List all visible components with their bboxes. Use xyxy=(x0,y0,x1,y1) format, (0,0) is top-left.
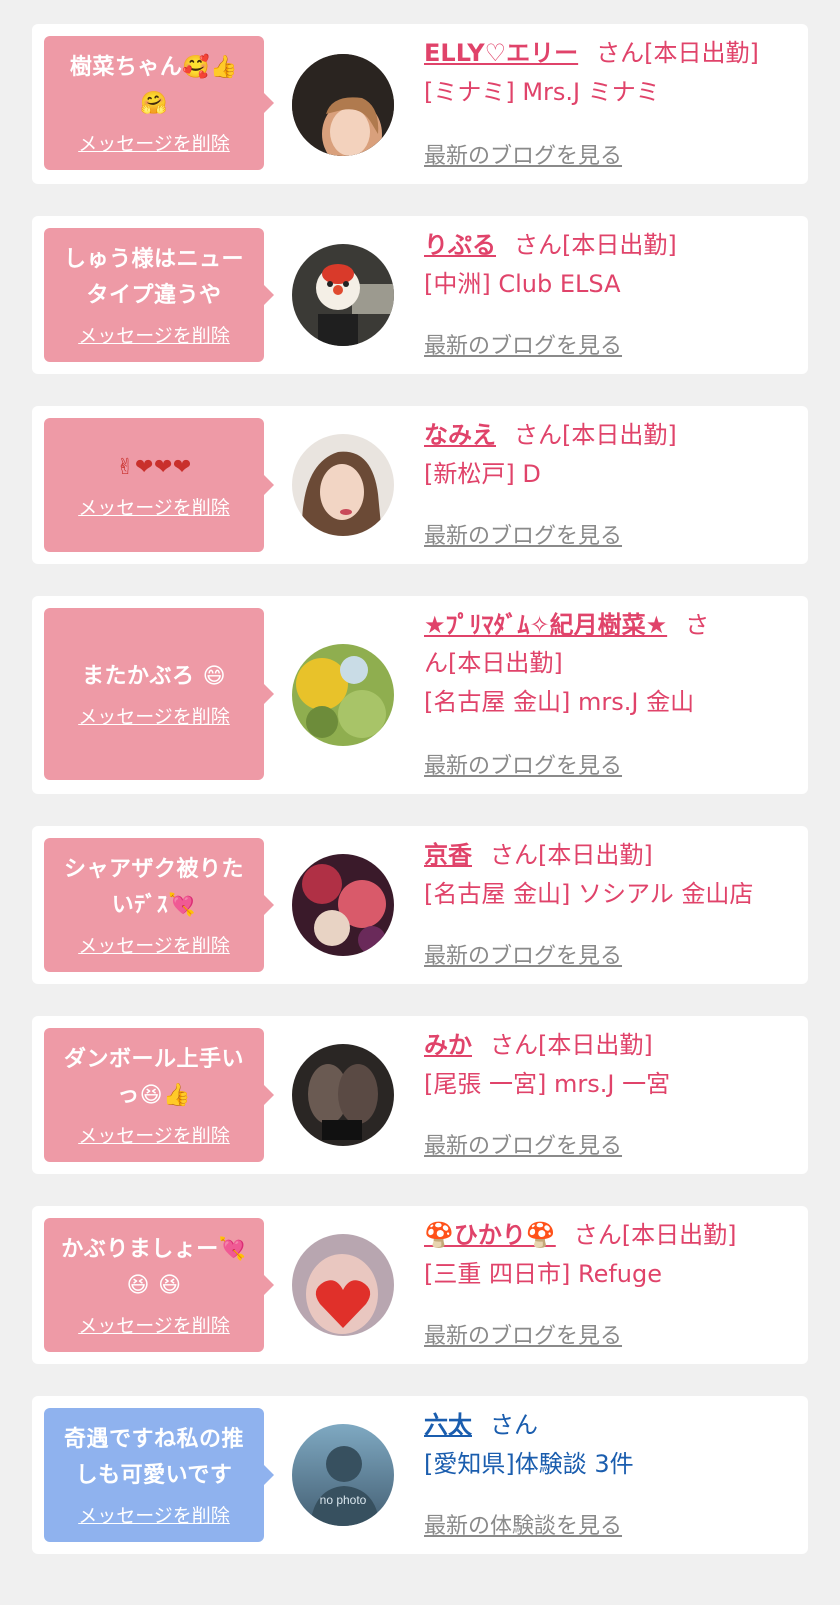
avatar-woman-image xyxy=(292,434,394,536)
latest-experience-link[interactable]: 最新の体験談を見る xyxy=(424,1508,622,1540)
message-text: 樹菜ちゃん🥰👍 🤗 xyxy=(69,55,239,116)
delete-message-link[interactable]: メッセージを削除 xyxy=(78,934,230,958)
status-text: さ xyxy=(685,611,710,639)
latest-blog-link[interactable]: 最新のブログを見る xyxy=(424,1318,622,1350)
avatar[interactable] xyxy=(292,1044,394,1146)
latest-blog-link[interactable]: 最新のブログを見る xyxy=(424,748,622,780)
latest-blog-link[interactable]: 最新のブログを見る xyxy=(424,518,622,550)
profile-info: りぷる さん[本日出勤] [中洲] Club ELSA xyxy=(424,226,794,304)
shop-text: [ミナミ] Mrs.J ミナミ xyxy=(424,78,660,106)
profile-name-link[interactable]: ELLY♡エリー xyxy=(424,39,578,67)
avatar-kimono-image xyxy=(292,854,394,956)
status-text: さん[本日出勤] xyxy=(490,1031,653,1059)
profile-info: ELLY♡エリー さん[本日出勤] [ミナミ] Mrs.J ミナミ xyxy=(424,34,794,112)
profile-name-link[interactable]: 六太 xyxy=(424,1411,472,1439)
delete-message-link[interactable]: メッセージを削除 xyxy=(78,496,230,520)
message-card: かぶりましょー💘 😆 😆 メッセージを削除 🍄ひかり🍄 さん[本日出勤] [三重 … xyxy=(32,1206,808,1364)
delete-message-link[interactable]: メッセージを削除 xyxy=(78,705,230,729)
avatar-heart-face-image xyxy=(292,1234,394,1336)
avatar[interactable] xyxy=(292,244,394,346)
message-card: またかぶろ 😄 メッセージを削除 ★ﾌﾟﾘﾏﾀﾞﾑ✧紀月樹菜★ さ ん[本日出勤]… xyxy=(32,596,808,794)
message-text: ダンボール上手い っ😆👍 xyxy=(63,1047,244,1108)
message-text: 奇遇ですね私の推 しも可愛いです xyxy=(63,1427,244,1488)
shop-text: [名古屋 金山] mrs.J 金山 xyxy=(424,688,695,716)
message-bubble: かぶりましょー💘 😆 😆 メッセージを削除 xyxy=(44,1218,274,1352)
message-card: ✌❤❤❤ メッセージを削除 なみえ さん[本日出勤] [新松戸] D 最新のブログ… xyxy=(32,406,808,564)
avatar[interactable]: no photo xyxy=(292,1424,394,1526)
shop-text: [中洲] Club ELSA xyxy=(424,270,621,298)
avatar-flower-image xyxy=(292,644,394,746)
avatar[interactable] xyxy=(292,54,394,156)
profile-name-link[interactable]: みか xyxy=(424,1031,472,1059)
status-text-cont: ん[本日出勤] xyxy=(424,649,563,677)
message-list: 樹菜ちゃん🥰👍 🤗 メッセージを削除 ELLY♡エリー さん[本日出勤] [ミナミ… xyxy=(0,0,840,1605)
latest-blog-link[interactable]: 最新のブログを見る xyxy=(424,138,622,170)
avatar[interactable] xyxy=(292,854,394,956)
message-text: かぶりましょー💘 😆 😆 xyxy=(61,1237,247,1298)
avatar-woman-blonde-image xyxy=(292,54,394,156)
profile-info: 六太 さん [愛知県]体験談 3件 xyxy=(424,1406,794,1484)
shop-text: [新松戸] D xyxy=(424,460,541,488)
profile-info: 🍄ひかり🍄 さん[本日出勤] [三重 四日市] Refuge xyxy=(424,1216,794,1294)
message-bubble: ダンボール上手い っ😆👍 メッセージを削除 xyxy=(44,1028,274,1162)
status-text: さん xyxy=(490,1411,538,1439)
avatar[interactable] xyxy=(292,644,394,746)
profile-info: 京香 さん[本日出勤] [名古屋 金山] ソシアル 金山店 xyxy=(424,836,794,914)
message-card: 樹菜ちゃん🥰👍 🤗 メッセージを削除 ELLY♡エリー さん[本日出勤] [ミナミ… xyxy=(32,24,808,184)
message-bubble: またかぶろ 😄 メッセージを削除 xyxy=(44,608,274,780)
message-bubble: 樹菜ちゃん🥰👍 🤗 メッセージを削除 xyxy=(44,36,274,170)
delete-message-link[interactable]: メッセージを削除 xyxy=(78,1124,230,1148)
delete-message-link[interactable]: メッセージを削除 xyxy=(78,1314,230,1338)
profile-name-link[interactable]: なみえ xyxy=(424,421,496,449)
status-text: さん[本日出勤] xyxy=(596,39,759,67)
profile-info: みか さん[本日出勤] [尾張 一宮] mrs.J 一宮 xyxy=(424,1026,794,1104)
message-bubble: 奇遇ですね私の推 しも可愛いです メッセージを削除 xyxy=(44,1408,274,1542)
message-text: ✌❤❤❤ xyxy=(116,455,192,480)
profile-info: ★ﾌﾟﾘﾏﾀﾞﾑ✧紀月樹菜★ さ ん[本日出勤] [名古屋 金山] mrs.J 金… xyxy=(424,606,794,722)
profile-name-link[interactable]: 京香 xyxy=(424,841,472,869)
message-bubble: ✌❤❤❤ メッセージを削除 xyxy=(44,418,274,552)
message-card: ダンボール上手い っ😆👍 メッセージを削除 みか さん[本日出勤] [尾張 一宮]… xyxy=(32,1016,808,1174)
latest-blog-link[interactable]: 最新のブログを見る xyxy=(424,328,622,360)
delete-message-link[interactable]: メッセージを削除 xyxy=(78,324,230,348)
no-photo-text: no photo xyxy=(320,1493,367,1507)
avatar[interactable] xyxy=(292,1234,394,1336)
status-text: さん[本日出勤] xyxy=(573,1221,737,1249)
status-text: さん[本日出勤] xyxy=(514,421,677,449)
latest-blog-link[interactable]: 最新のブログを見る xyxy=(424,938,622,970)
status-text: さん[本日出勤] xyxy=(490,841,653,869)
profile-name-link[interactable]: 🍄ひかり🍄 xyxy=(424,1221,556,1249)
shop-text: [尾張 一宮] mrs.J 一宮 xyxy=(424,1070,671,1098)
shop-text: [名古屋 金山] ソシアル 金山店 xyxy=(424,880,754,908)
avatar-mask-image xyxy=(292,244,394,346)
message-text: しゅう様はニュー タイプ違うや xyxy=(63,247,244,308)
delete-message-link[interactable]: メッセージを削除 xyxy=(78,1504,230,1528)
message-bubble: しゅう様はニュー タイプ違うや メッセージを削除 xyxy=(44,228,274,362)
shop-text: [愛知県]体験談 3件 xyxy=(424,1450,634,1478)
message-text: シャアザク被りた いﾃﾞｽ💘 xyxy=(63,857,244,918)
status-text: さん[本日出勤] xyxy=(514,231,677,259)
message-bubble: シャアザク被りた いﾃﾞｽ💘 メッセージを削除 xyxy=(44,838,274,972)
profile-name-link[interactable]: りぷる xyxy=(424,231,496,259)
latest-blog-link[interactable]: 最新のブログを見る xyxy=(424,1128,622,1160)
shop-text: [三重 四日市] Refuge xyxy=(424,1260,663,1288)
profile-info: なみえ さん[本日出勤] [新松戸] D xyxy=(424,416,794,494)
avatar-legs-image xyxy=(292,1044,394,1146)
message-card: 奇遇ですね私の推 しも可愛いです メッセージを削除 no photo 六太 さん… xyxy=(32,1396,808,1554)
message-card: シャアザク被りた いﾃﾞｽ💘 メッセージを削除 京香 さん[本日出勤] [名古屋 … xyxy=(32,826,808,984)
avatar[interactable] xyxy=(292,434,394,536)
message-text: またかぶろ 😄 xyxy=(81,664,227,689)
profile-name-link[interactable]: ★ﾌﾟﾘﾏﾀﾞﾑ✧紀月樹菜★ xyxy=(424,611,667,639)
no-photo-avatar-image: no photo xyxy=(292,1424,394,1526)
delete-message-link[interactable]: メッセージを削除 xyxy=(78,132,230,156)
message-card: しゅう様はニュー タイプ違うや メッセージを削除 りぷる さん[本日出勤] [中洲… xyxy=(32,216,808,374)
